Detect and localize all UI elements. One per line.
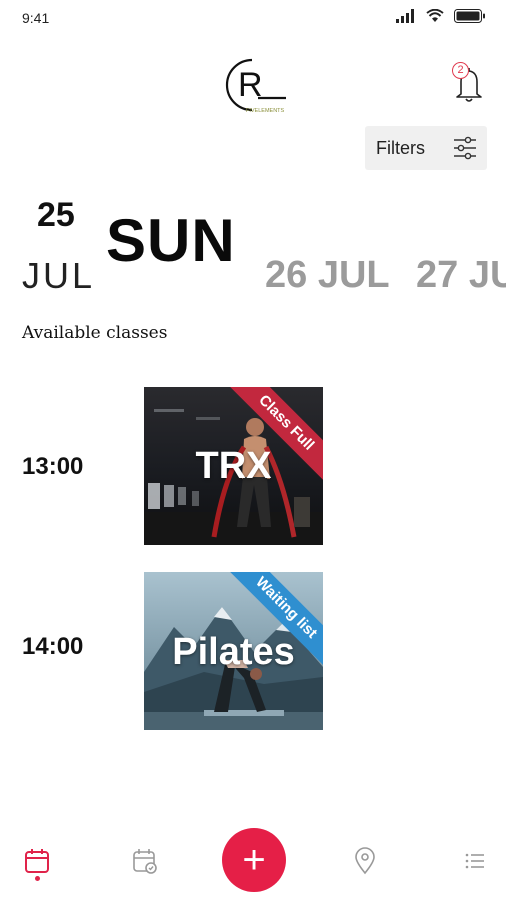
svg-text:FIVELEMENTS: FIVELEMENTS	[246, 108, 285, 114]
selected-date-weekday[interactable]: SUN	[106, 206, 236, 275]
status-bar: 9:41	[0, 0, 506, 36]
notification-badge: 2	[452, 62, 469, 79]
calendar-icon	[25, 849, 49, 873]
signal-icon	[396, 9, 414, 23]
date-option[interactable]: 26 JUL	[265, 254, 390, 297]
section-title: Available classes	[22, 323, 168, 343]
list-icon	[465, 853, 484, 869]
class-time: 13:00	[22, 453, 84, 480]
notifications-button[interactable]: 2	[452, 62, 486, 104]
active-tab-indicator	[35, 876, 40, 881]
sliders-icon	[454, 136, 476, 160]
status-time: 9:41	[22, 10, 50, 26]
nav-bookings[interactable]	[130, 846, 160, 876]
class-card-trx[interactable]: Class Full TRX	[144, 387, 323, 545]
nav-location[interactable]	[350, 846, 380, 876]
battery-icon	[454, 9, 485, 23]
location-icon	[355, 847, 375, 875]
calendar-check-icon	[133, 849, 157, 874]
date-option[interactable]: 27 JU	[416, 254, 506, 297]
status-icons	[396, 9, 486, 23]
filters-label: Filters	[376, 138, 425, 158]
add-icon: +	[242, 838, 266, 882]
class-name: TRX	[195, 445, 272, 487]
add-button[interactable]: +	[222, 828, 286, 892]
nav-calendar[interactable]	[22, 846, 52, 876]
nav-menu[interactable]	[460, 846, 490, 876]
class-name: Pilates	[172, 631, 295, 673]
app-logo: R FIVELEMENTS	[224, 54, 288, 116]
selected-date-month[interactable]: JUL	[22, 255, 95, 297]
class-time: 14:00	[22, 633, 84, 660]
class-card-pilates[interactable]: Waiting list Pilates	[144, 572, 323, 730]
selected-date-day[interactable]: 25	[37, 196, 75, 235]
filters-button[interactable]: Filters	[365, 126, 487, 170]
wifi-icon	[426, 9, 444, 22]
